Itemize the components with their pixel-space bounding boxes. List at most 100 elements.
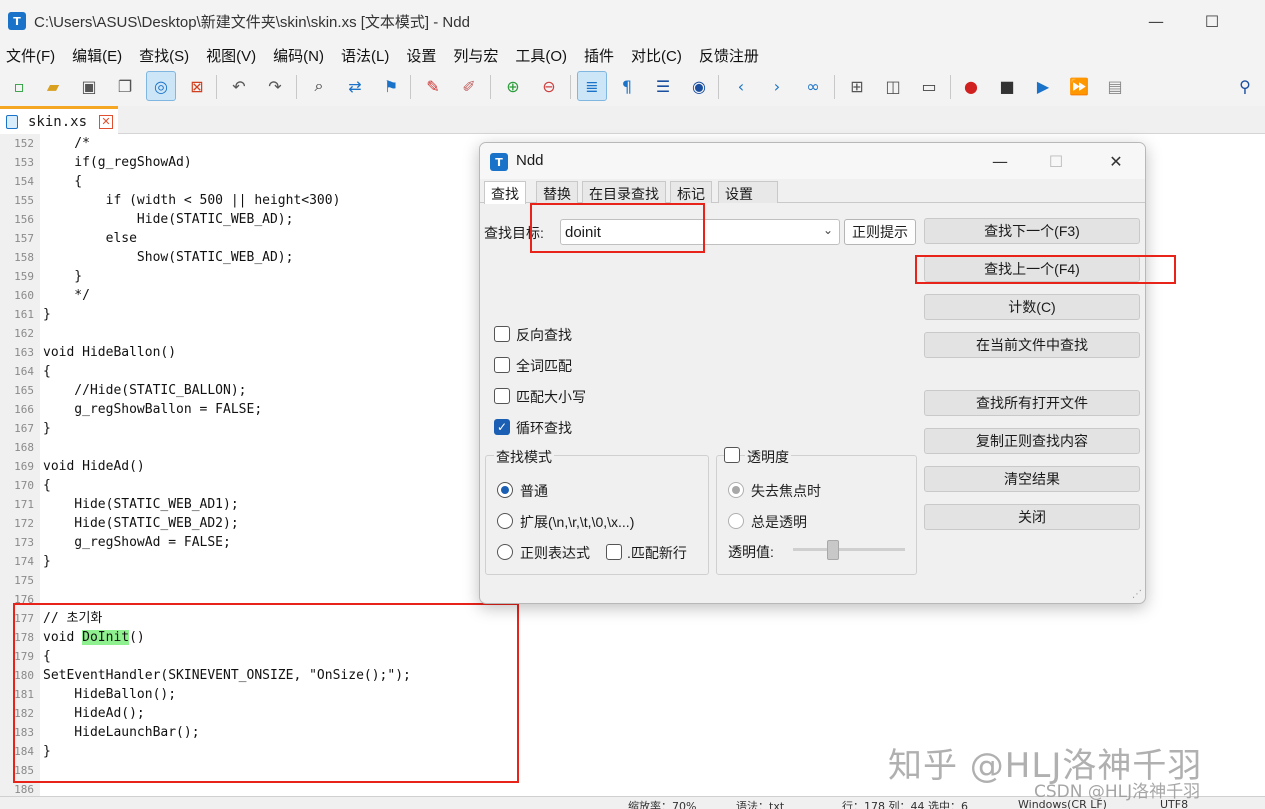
stop-macro-icon[interactable]: ■ bbox=[992, 71, 1022, 101]
match-newline-label: .匹配新行 bbox=[627, 545, 687, 561]
marker-icon[interactable]: ✎ bbox=[418, 71, 448, 101]
close-dialog-button[interactable]: 关闭 bbox=[924, 504, 1140, 530]
eraser-icon[interactable]: ✐ bbox=[454, 71, 484, 101]
play-macro-icon[interactable]: ▶ bbox=[1028, 71, 1058, 101]
menu-plugins[interactable]: 插件 bbox=[584, 45, 614, 66]
transparency-slider-handle[interactable] bbox=[827, 540, 839, 560]
chevron-down-icon[interactable]: ⌄ bbox=[823, 223, 833, 237]
match-newline-checkbox[interactable] bbox=[606, 544, 622, 560]
menu-edit[interactable]: 编辑(E) bbox=[72, 45, 122, 66]
code-text: void HideBallon() bbox=[43, 345, 177, 360]
goto-icon[interactable]: ∞ bbox=[798, 71, 828, 101]
undo-icon[interactable]: ↶ bbox=[224, 71, 254, 101]
close-file-icon[interactable]: ⊠ bbox=[182, 71, 212, 101]
clear-results-button[interactable]: 清空结果 bbox=[924, 466, 1140, 492]
wrap-around-checkbox[interactable]: ✓ bbox=[494, 419, 510, 435]
line-number: 156 bbox=[14, 213, 34, 226]
match-case-checkbox[interactable] bbox=[494, 388, 510, 404]
save-icon[interactable]: ▣ bbox=[74, 71, 104, 101]
transparency-slider-track[interactable] bbox=[793, 548, 905, 551]
close-tab-icon[interactable]: ✕ bbox=[99, 114, 114, 129]
next-icon[interactable]: › bbox=[762, 71, 792, 101]
target-icon[interactable]: ◉ bbox=[684, 71, 714, 101]
mode-extended-radio[interactable] bbox=[497, 513, 513, 529]
menu-language[interactable]: 语法(L) bbox=[341, 45, 389, 66]
menu-encoding[interactable]: 编码(N) bbox=[273, 45, 324, 66]
tab-mark[interactable]: 标记 bbox=[670, 181, 712, 203]
line-number: 164 bbox=[14, 365, 34, 378]
line-number: 173 bbox=[14, 536, 34, 549]
zoom-out-icon[interactable]: ⊖ bbox=[534, 71, 564, 101]
resize-grip-icon[interactable]: ⋰ bbox=[1132, 589, 1142, 600]
transparency-checkbox[interactable] bbox=[724, 447, 740, 463]
monitor-icon[interactable]: ▭ bbox=[914, 71, 944, 101]
line-number: 152 bbox=[14, 137, 34, 150]
tab-settings[interactable]: 设置 bbox=[718, 181, 778, 203]
code-text: { bbox=[43, 174, 83, 189]
line-code: void HideAd() bbox=[43, 457, 145, 476]
find-in-current-file-button[interactable]: 在当前文件中查找 bbox=[924, 332, 1140, 358]
find-icon[interactable]: ⌕ bbox=[304, 71, 334, 101]
split-vertical-icon[interactable]: ◫ bbox=[878, 71, 908, 101]
code-text: if(g_regShowAd) bbox=[43, 155, 192, 170]
menu-search[interactable]: 查找(S) bbox=[139, 45, 189, 66]
whole-word-checkbox[interactable] bbox=[494, 357, 510, 373]
maximize-button[interactable]: ☐ bbox=[1192, 8, 1232, 34]
save-macro-icon[interactable]: ▤ bbox=[1100, 71, 1130, 101]
mode-normal-radio[interactable] bbox=[497, 482, 513, 498]
transparent-on-lose-focus-radio[interactable] bbox=[728, 482, 744, 498]
pin-icon[interactable]: ⚲ bbox=[1230, 71, 1260, 101]
file-tab-skin[interactable]: skin.xs ✕ bbox=[0, 106, 118, 134]
search-mode-title: 查找模式 bbox=[494, 447, 554, 467]
line-number: 161 bbox=[14, 308, 34, 321]
menu-tools[interactable]: 工具(O) bbox=[515, 45, 567, 66]
record-macro-icon[interactable]: ● bbox=[956, 71, 986, 101]
indent-guide-icon[interactable]: ☰ bbox=[648, 71, 678, 101]
zoom-in-icon[interactable]: ⊕ bbox=[498, 71, 528, 101]
copy-regex-result-button[interactable]: 复制正则查找内容 bbox=[924, 428, 1140, 454]
dialog-maximize-button[interactable]: ☐ bbox=[1036, 149, 1076, 173]
split-horizontal-icon[interactable]: ⊞ bbox=[842, 71, 872, 101]
reverse-search-checkbox[interactable] bbox=[494, 326, 510, 342]
dialog-minimize-button[interactable]: — bbox=[980, 149, 1020, 173]
bookmark-icon[interactable]: ⚑ bbox=[376, 71, 406, 101]
transparent-on-lose-focus-label: 失去焦点时 bbox=[751, 483, 821, 499]
find-in-all-open-files-button[interactable]: 查找所有打开文件 bbox=[924, 390, 1140, 416]
replace-icon[interactable]: ⇄ bbox=[340, 71, 370, 101]
menu-feedback[interactable]: 反馈注册 bbox=[699, 45, 759, 66]
code-text: } bbox=[43, 307, 51, 322]
minimize-button[interactable]: — bbox=[1136, 8, 1176, 34]
file-tab-bar: skin.xs ✕ bbox=[0, 106, 1265, 134]
tab-find-in-dir[interactable]: 在目录查找 bbox=[582, 181, 666, 203]
transparent-always-label: 总是透明 bbox=[751, 514, 807, 530]
code-text: g_regShowBallon = FALSE; bbox=[43, 402, 263, 417]
window-title: C:\Users\ASUS\Desktop\新建文件夹\skin\skin.xs… bbox=[34, 13, 470, 31]
code-text: { bbox=[43, 364, 51, 379]
menu-view[interactable]: 视图(V) bbox=[206, 45, 256, 66]
run-macro-multiple-icon[interactable]: ⏩ bbox=[1064, 71, 1094, 101]
new-file-icon[interactable]: ▫ bbox=[4, 71, 34, 101]
menu-file[interactable]: 文件(F) bbox=[6, 45, 55, 66]
watermark-csdn: CSDN @HLJ洛神千羽 bbox=[1034, 782, 1201, 802]
mode-normal-label: 普通 bbox=[520, 483, 548, 499]
redo-icon[interactable]: ↷ bbox=[260, 71, 290, 101]
find-next-button[interactable]: 查找下一个(F3) bbox=[924, 218, 1140, 244]
tab-find[interactable]: 查找 bbox=[484, 181, 526, 204]
tab-replace[interactable]: 替换 bbox=[536, 181, 578, 203]
open-folder-icon[interactable]: ▰ bbox=[38, 71, 68, 101]
regex-hint-button[interactable]: 正则提示 bbox=[844, 219, 916, 245]
code-text: if (width < 500 || height<300) bbox=[43, 193, 341, 208]
count-button[interactable]: 计数(C) bbox=[924, 294, 1140, 320]
menu-settings[interactable]: 设置 bbox=[406, 45, 436, 66]
dialog-tab-bar: 查找 替换 在目录查找 标记 设置 bbox=[480, 181, 1145, 204]
mode-regex-radio[interactable] bbox=[497, 544, 513, 560]
menu-macro[interactable]: 列与宏 bbox=[453, 45, 498, 66]
word-wrap-icon[interactable]: ≣ bbox=[577, 71, 607, 101]
transparent-always-radio[interactable] bbox=[728, 513, 744, 529]
save-all-icon[interactable]: ❐ bbox=[110, 71, 140, 101]
dialog-close-button[interactable]: ✕ bbox=[1096, 149, 1136, 173]
prev-icon[interactable]: ‹ bbox=[726, 71, 756, 101]
menu-compare[interactable]: 对比(C) bbox=[631, 45, 682, 66]
rename-icon[interactable]: ◎ bbox=[146, 71, 176, 101]
show-symbols-icon[interactable]: ¶ bbox=[612, 71, 642, 101]
